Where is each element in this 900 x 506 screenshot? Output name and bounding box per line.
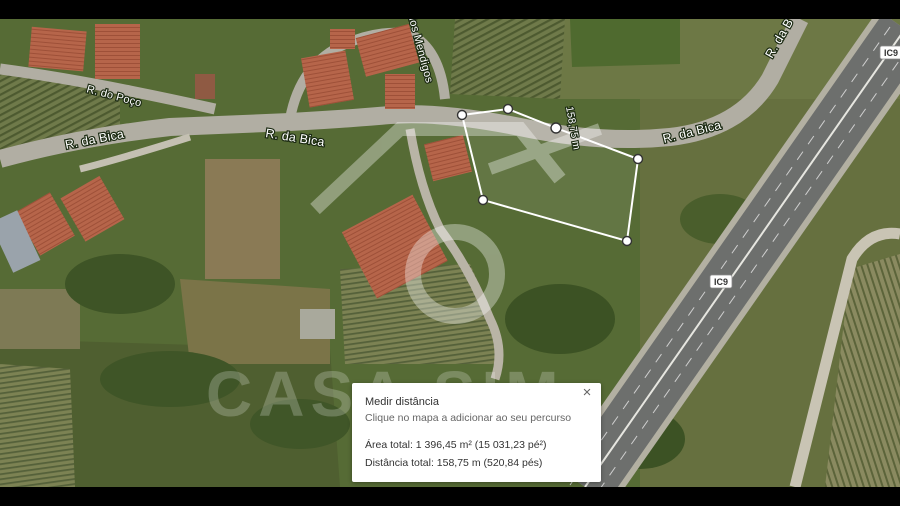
measure-vertex-5[interactable] <box>621 235 633 247</box>
highway-shield-mid: IC9 <box>709 274 733 289</box>
trees-1 <box>65 254 175 314</box>
measure-vertex-3[interactable] <box>550 122 562 134</box>
measure-vertex-4[interactable] <box>632 153 644 165</box>
measure-vertex-2[interactable] <box>502 103 514 115</box>
vineyard-north <box>450 19 565 99</box>
terrain-field-center <box>205 159 280 279</box>
measure-card-area: Área total: 1 396,45 m² (15 031,23 pé²) <box>365 439 547 451</box>
letterbox-bottom <box>0 487 900 506</box>
trees-3 <box>505 284 615 354</box>
svg-text:IC9: IC9 <box>884 48 898 58</box>
measure-distance-card: × Medir distância Clique no mapa a adici… <box>352 383 601 482</box>
measure-vertex-1[interactable] <box>456 109 468 121</box>
vineyard-northeast <box>570 19 680 67</box>
measure-card-distance: Distância total: 158,75 m (520,84 pés) <box>365 457 543 469</box>
map-screenshot: CASA SIM 158,75 m R. da Bica R. da Bica … <box>0 0 900 506</box>
close-icon[interactable]: × <box>580 385 594 400</box>
vineyard-southwest <box>0 364 75 487</box>
measure-card-hint: Clique no mapa a adicionar ao seu percur… <box>365 412 572 424</box>
measure-vertex-6[interactable] <box>477 194 489 206</box>
highway-shield-top: IC9 <box>879 45 900 60</box>
terrain-field-sw <box>0 289 80 349</box>
measure-card-title: Medir distância <box>365 396 439 408</box>
svg-text:IC9: IC9 <box>714 277 728 287</box>
letterbox-top <box>0 0 900 19</box>
